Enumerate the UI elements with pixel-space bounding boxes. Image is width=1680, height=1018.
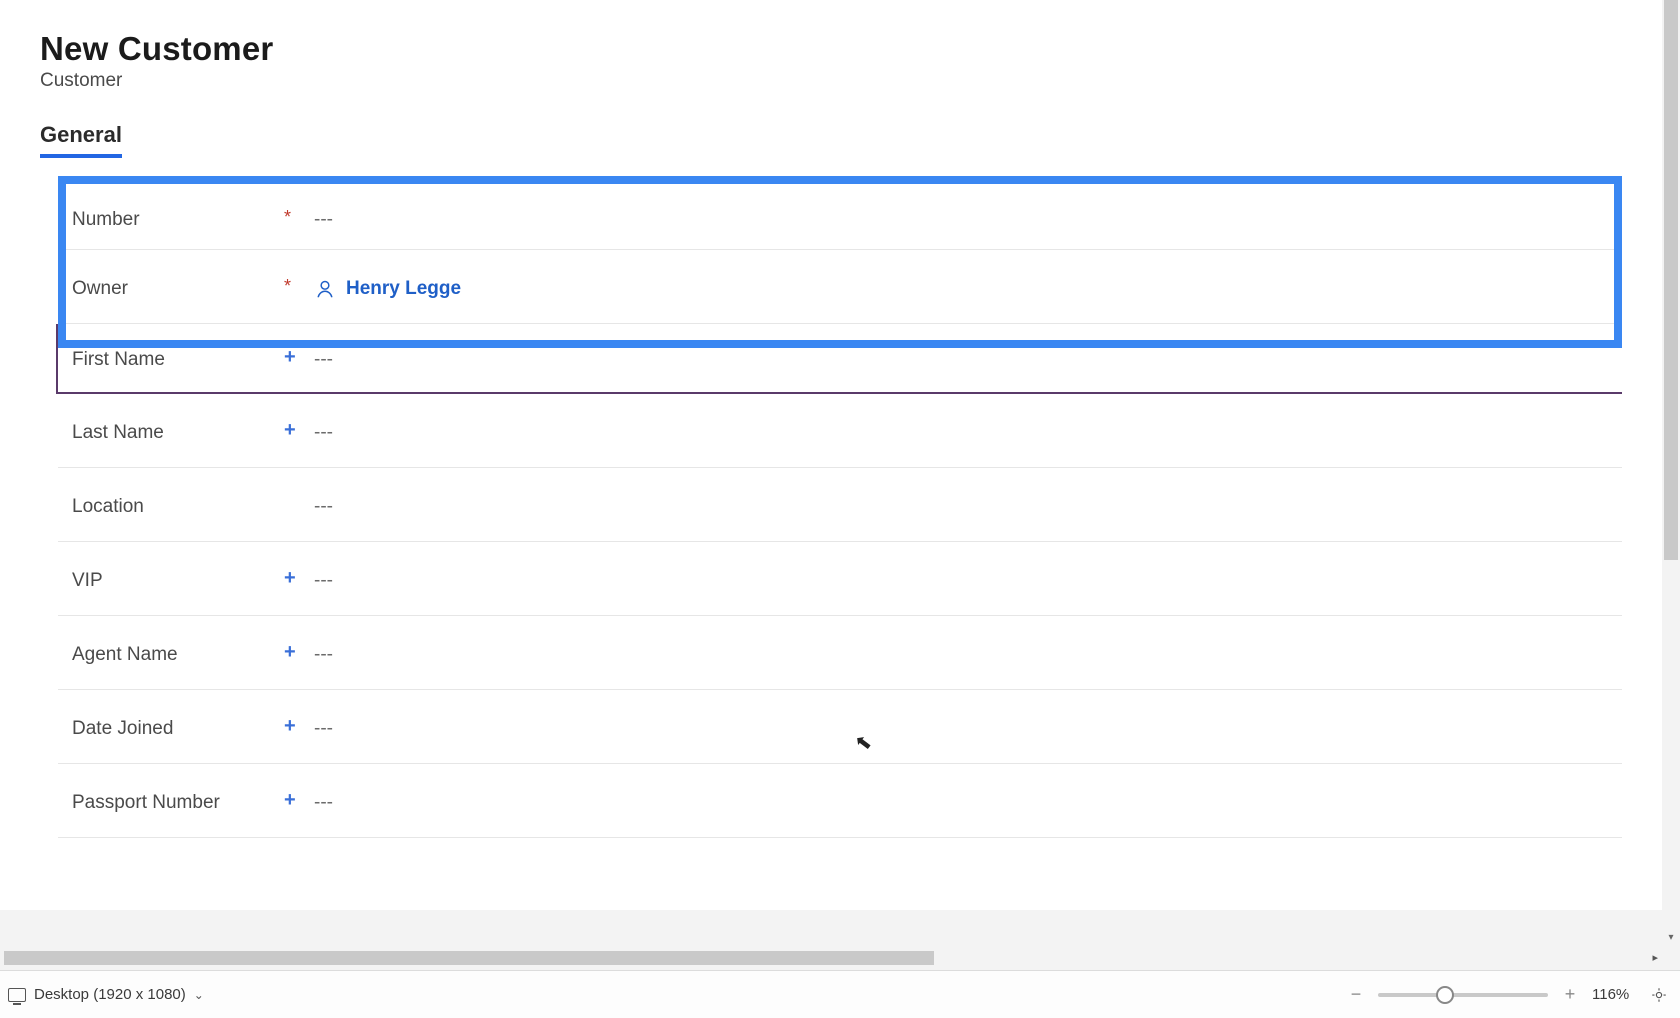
vertical-scroll-thumb[interactable]	[1664, 0, 1678, 560]
scroll-down-arrow-icon[interactable]: ▾	[1662, 928, 1680, 946]
field-number[interactable]: Number * ---	[58, 176, 1622, 250]
field-vip[interactable]: VIP + ---	[58, 542, 1622, 616]
field-value-first-name[interactable]: ---	[314, 349, 1622, 371]
field-date-joined[interactable]: Date Joined + ---	[58, 690, 1622, 764]
horizontal-scroll-thumb[interactable]	[4, 951, 934, 965]
owner-name: Henry Legge	[346, 278, 461, 300]
form-canvas: New Customer Customer General Number * -…	[0, 0, 1662, 910]
field-value-last-name[interactable]: ---	[314, 422, 1622, 444]
zoom-out-button[interactable]: −	[1348, 984, 1364, 1005]
required-marker: *	[284, 277, 314, 295]
zoom-slider-thumb[interactable]	[1436, 986, 1454, 1004]
monitor-icon	[8, 988, 26, 1002]
device-preview-dropdown[interactable]: Desktop (1920 x 1080) ⌄	[8, 986, 204, 1003]
recommended-marker: +	[284, 790, 314, 810]
fit-to-screen-button[interactable]	[1650, 986, 1668, 1004]
page-subtitle: Customer	[40, 70, 1622, 92]
horizontal-scrollbar[interactable]: ▸	[0, 946, 1662, 970]
zoom-slider[interactable]	[1378, 993, 1548, 997]
field-label-date-joined: Date Joined	[72, 718, 284, 740]
zoom-controls: − + 116%	[1348, 984, 1668, 1005]
field-label-owner: Owner	[72, 278, 284, 300]
fields-section: Number * --- Owner * Henry Legge	[58, 176, 1622, 838]
field-value-number[interactable]: ---	[314, 209, 1622, 231]
tabs-bar: General	[40, 122, 1622, 158]
field-agent-name[interactable]: Agent Name + ---	[58, 616, 1622, 690]
field-label-first-name: First Name	[72, 349, 284, 371]
form-viewport: New Customer Customer General Number * -…	[0, 0, 1662, 970]
field-label-number: Number	[72, 209, 284, 231]
status-bar: Desktop (1920 x 1080) ⌄ − + 116%	[0, 970, 1680, 1018]
recommended-marker: +	[284, 420, 314, 440]
recommended-marker: +	[284, 642, 314, 662]
recommended-marker: +	[284, 347, 314, 367]
field-label-agent-name: Agent Name	[72, 644, 284, 666]
chevron-down-icon: ⌄	[194, 988, 204, 1002]
zoom-in-button[interactable]: +	[1562, 984, 1578, 1005]
vertical-scrollbar[interactable]: ▾	[1662, 0, 1680, 946]
recommended-marker: +	[284, 716, 314, 736]
field-owner[interactable]: Owner * Henry Legge	[58, 250, 1622, 324]
fit-icon	[1650, 986, 1668, 1004]
field-label-vip: VIP	[72, 570, 284, 592]
field-value-date-joined[interactable]: ---	[314, 718, 1622, 740]
required-marker: *	[284, 208, 314, 226]
field-value-location[interactable]: ---	[314, 496, 1622, 518]
owner-lookup-link[interactable]: Henry Legge	[314, 278, 461, 300]
scroll-right-arrow-icon[interactable]: ▸	[1652, 951, 1658, 964]
field-passport-number[interactable]: Passport Number + ---	[58, 764, 1622, 838]
field-label-passport-number: Passport Number	[72, 792, 284, 814]
field-value-vip[interactable]: ---	[314, 570, 1622, 592]
field-value-agent-name[interactable]: ---	[314, 644, 1622, 666]
zoom-percentage: 116%	[1592, 986, 1636, 1003]
field-last-name[interactable]: Last Name + ---	[58, 394, 1622, 468]
page-title: New Customer	[40, 30, 1622, 68]
field-label-location: Location	[72, 496, 284, 518]
recommended-marker: +	[284, 568, 314, 588]
field-label-last-name: Last Name	[72, 422, 284, 444]
field-first-name[interactable]: First Name + ---	[56, 324, 1622, 394]
field-value-passport-number[interactable]: ---	[314, 792, 1622, 814]
field-location[interactable]: Location ---	[58, 468, 1622, 542]
tab-general[interactable]: General	[40, 122, 122, 158]
field-value-owner[interactable]: Henry Legge	[314, 278, 1622, 300]
device-label: Desktop (1920 x 1080)	[34, 986, 186, 1003]
person-icon	[314, 278, 336, 300]
